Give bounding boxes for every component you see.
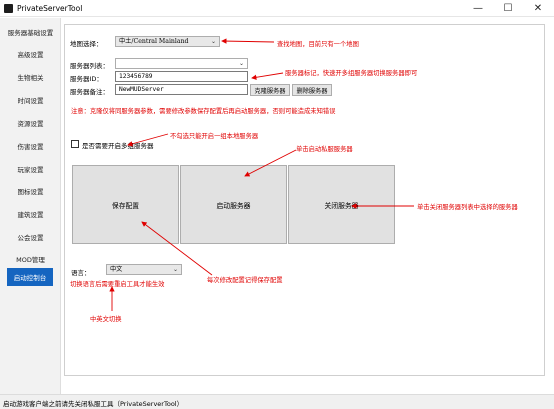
- language-select[interactable]: 中文 ⌄: [106, 264, 182, 275]
- chevron-down-icon: ⌄: [210, 38, 216, 45]
- server-marker-annotation: 服务器标记，快速开多组服务器切换服务器即可: [285, 70, 418, 77]
- language-select-value: 中文: [110, 266, 123, 273]
- title-bar: PrivateServerTool — ☐ ✕: [0, 0, 554, 17]
- status-bar: 启动游戏客户端之前请先关闭私服工具（PrivateServerTool）: [0, 394, 554, 409]
- language-annotation: 中英文切换: [90, 316, 122, 323]
- multi-server-checkbox[interactable]: [71, 140, 79, 148]
- map-label: 地图选择：: [70, 40, 103, 48]
- save-config-button[interactable]: 保存配置: [72, 165, 179, 244]
- map-select-value: 中土/Central Mainland: [119, 38, 189, 45]
- stop-annotation: 单击关闭服务器列表中选择的服务器: [417, 204, 518, 211]
- clone-server-button[interactable]: 克隆服务器: [250, 84, 290, 96]
- delete-server-button[interactable]: 删除服务器: [292, 84, 332, 96]
- save-annotation: 每次修改配置记得保存配置: [207, 277, 283, 284]
- map-annotation: 查找地图，目前只有一个地图: [277, 41, 359, 48]
- app-icon: [4, 4, 13, 13]
- sidebar-item-advanced[interactable]: 高级设置: [2, 45, 59, 63]
- sidebar-item-player[interactable]: 玩家设置: [2, 160, 59, 178]
- sidebar-item-creatures[interactable]: 生物相关: [2, 68, 59, 86]
- sidebar-item-resources[interactable]: 资源设置: [2, 114, 59, 132]
- close-icon[interactable]: ✕: [523, 0, 553, 17]
- server-note-label: 服务器备注：: [70, 88, 109, 96]
- chevron-down-icon: ⌄: [238, 60, 244, 67]
- sidebar-item-damage[interactable]: 伤害设置: [2, 137, 59, 155]
- sidebar-item-building[interactable]: 建筑设置: [2, 205, 59, 223]
- language-note: 切换语言后需要重启工具才能生效: [70, 281, 165, 288]
- server-note-input[interactable]: NewMUDServer: [115, 84, 248, 95]
- clone-warning: 注意：克隆仅将同服务器参数，需要修改参数保存配置后再启动服务器，否则可能造成未知…: [71, 108, 336, 115]
- server-list-select[interactable]: ⌄: [115, 58, 248, 69]
- start-server-button[interactable]: 启动服务器: [180, 165, 287, 244]
- language-label: 语言：: [71, 269, 91, 277]
- status-text: 启动游戏客户端之前请先关闭私服工具（PrivateServerTool）: [3, 400, 184, 408]
- map-select[interactable]: 中土/Central Mainland ⌄: [115, 36, 220, 47]
- stop-server-button[interactable]: 关闭服务器: [288, 165, 395, 244]
- multi-server-label: 是否需要开启多组服务器: [82, 142, 154, 150]
- server-id-input[interactable]: 123456789: [115, 71, 248, 82]
- minimize-icon[interactable]: —: [463, 0, 493, 17]
- start-annotation: 单击启动私服服务器: [296, 146, 353, 153]
- checkbox-annotation: 不勾选只能开启一组本地服务器: [170, 133, 259, 140]
- sidebar-nav: 服务器基础设置 高级设置 生物相关 时间设置 资源设置 伤害设置 玩家设置 图标…: [0, 18, 61, 394]
- sidebar-item-console[interactable]: 启动控制台: [7, 268, 53, 286]
- maximize-icon[interactable]: ☐: [493, 0, 523, 17]
- window-title: PrivateServerTool: [17, 4, 83, 13]
- server-list-label: 服务器列表：: [70, 62, 109, 70]
- server-id-label: 服务器ID：: [70, 75, 103, 83]
- sidebar-item-guild[interactable]: 公会设置: [2, 228, 59, 246]
- sidebar-item-server-basic[interactable]: 服务器基础设置: [2, 23, 59, 41]
- sidebar-item-time[interactable]: 时间设置: [2, 91, 59, 109]
- sidebar-item-mod[interactable]: MOD管理: [2, 250, 59, 268]
- chevron-down-icon: ⌄: [172, 266, 178, 273]
- sidebar-item-icons[interactable]: 图标设置: [2, 182, 59, 200]
